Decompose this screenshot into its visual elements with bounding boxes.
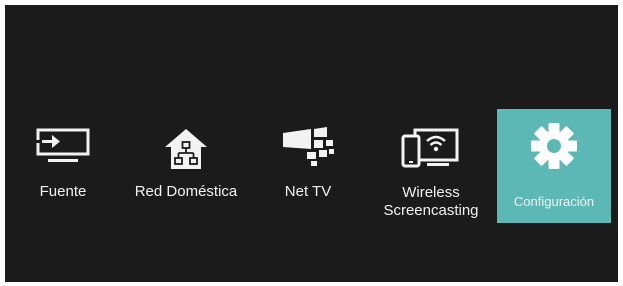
home-network-icon [165,129,207,169]
source-input-icon [34,128,90,162]
menu-item-label: Configuración [513,194,595,209]
menu-item-label-line2: Screencasting [383,202,479,219]
menu-item-wireless-screencasting[interactable]: Wireless Screencasting [367,109,495,223]
menu-item-label-line1: Wireless [402,184,460,201]
menu-item-red-domestica[interactable]: Red Doméstica [123,109,249,223]
menu-item-fuente[interactable]: Fuente [27,109,99,223]
gear-icon [531,123,577,169]
menu-item-configuracion[interactable]: Configuración [497,109,611,223]
net-tv-icon [283,127,334,166]
menu-item-label: Fuente [39,183,87,200]
menu-item-label: Net TV [284,183,332,200]
tv-home-screen: Fuente Red Doméstica Net TV Wireless Scr… [5,5,618,282]
menu-item-label: Wireless Screencasting [367,184,495,220]
wireless-screencasting-icon [401,128,459,168]
menu-item-label: Red Doméstica [134,183,238,200]
menu-item-net-tv[interactable]: Net TV [273,109,343,223]
